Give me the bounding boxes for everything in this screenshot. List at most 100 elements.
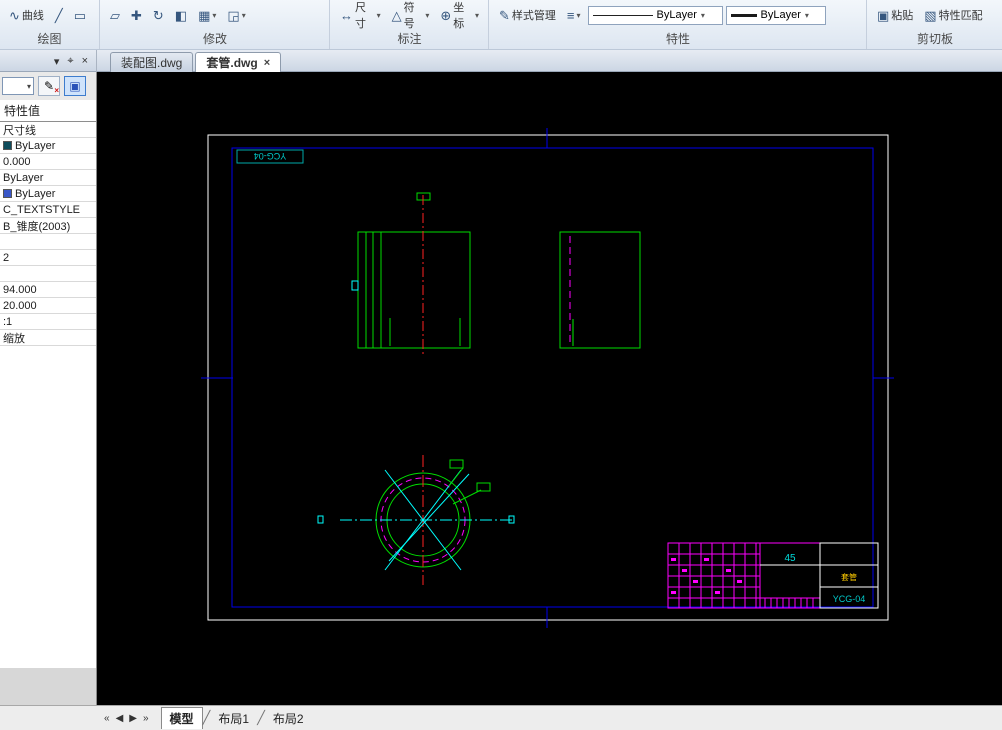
linetype-sample-icon bbox=[592, 14, 653, 16]
line-icon: ╱ bbox=[54, 7, 63, 23]
style-manager-button[interactable]: ✎ 样式管理 bbox=[495, 5, 560, 25]
match-properties-label: 特性匹配 bbox=[938, 10, 983, 22]
property-row[interactable]: 20.000 bbox=[0, 298, 96, 314]
property-row[interactable] bbox=[0, 266, 96, 282]
circular-view[interactable] bbox=[317, 455, 515, 585]
front-view[interactable] bbox=[351, 192, 471, 355]
move-icon: ✚ bbox=[131, 7, 142, 23]
file-tab-label: 装配图.dwg bbox=[121, 56, 183, 70]
file-tab-label: 套管.dwg bbox=[206, 56, 258, 70]
rotate-button[interactable]: ↻ bbox=[149, 7, 168, 24]
file-tab-assembly[interactable]: 装配图.dwg bbox=[110, 52, 194, 72]
palette-footer bbox=[0, 668, 96, 705]
ribbon-group-draw: ∿ 曲线 ╱ ▭ 绘图 bbox=[0, 0, 100, 49]
dimension-button[interactable]: ↔ 尺寸 ▾ bbox=[336, 0, 385, 30]
last-layout-icon[interactable]: » bbox=[143, 713, 149, 724]
linetype-combo[interactable]: ByLayer ▾ bbox=[587, 5, 723, 25]
chevron-down-icon[interactable]: ▾ bbox=[54, 55, 60, 68]
title-block[interactable]: 45 套管 YCG-04 bbox=[667, 542, 879, 609]
part-name-text: 套管 bbox=[841, 572, 857, 582]
array-icon: ▦ bbox=[198, 7, 211, 23]
paste-button[interactable]: ▣ 粘贴 bbox=[873, 5, 917, 25]
paste-label: 粘贴 bbox=[891, 10, 914, 22]
curve-label: 曲线 bbox=[21, 10, 44, 22]
layout-tabs: 模型 ╱ 布局1 ╱ 布局2 bbox=[160, 706, 312, 730]
array-button[interactable]: ▦ ▾ bbox=[194, 7, 220, 24]
property-grid-header: 特性值 bbox=[0, 100, 96, 122]
chevron-down-icon: ▾ bbox=[376, 10, 381, 20]
frame-label: YCG-04 bbox=[254, 151, 287, 161]
file-tab-sleeve[interactable]: 套管.dwg × bbox=[195, 52, 282, 72]
mirror-button[interactable]: ◧ bbox=[171, 7, 191, 24]
annotate-group-label: 标注 bbox=[397, 32, 422, 46]
first-layout-icon[interactable]: « bbox=[104, 713, 110, 724]
match-properties-button[interactable]: ▧ 特性匹配 bbox=[920, 5, 986, 25]
erase-button[interactable]: ▱ bbox=[106, 7, 124, 24]
style-manager-label: 样式管理 bbox=[511, 10, 556, 22]
layer-menu-button[interactable]: ≡ ▾ bbox=[563, 7, 585, 24]
property-value: B_锥度(2003) bbox=[3, 220, 71, 233]
mirror-icon: ◧ bbox=[174, 7, 188, 23]
tab-layout2[interactable]: 布局2 bbox=[265, 708, 312, 729]
property-value: C_TEXTSTYLE bbox=[3, 203, 81, 216]
color-combo[interactable]: ByLayer ▾ bbox=[725, 5, 826, 25]
chevron-down-icon: ▾ bbox=[804, 10, 809, 20]
move-button[interactable]: ✚ bbox=[127, 7, 146, 24]
document-tab-strip: ▾ ⌖ × 装配图.dwg 套管.dwg × bbox=[0, 50, 1002, 72]
edit-pencil-button[interactable]: ✎ × bbox=[38, 76, 60, 96]
property-row[interactable]: B_锥度(2003) bbox=[0, 218, 96, 234]
menu-icon: ≡ bbox=[566, 7, 575, 23]
property-row[interactable]: 94.000 bbox=[0, 282, 96, 298]
property-row[interactable]: 尺寸线 bbox=[0, 122, 96, 138]
property-row[interactable]: ByLayer bbox=[0, 138, 96, 154]
tab-layout1[interactable]: 布局1 bbox=[210, 708, 257, 729]
property-value: 尺寸线 bbox=[3, 124, 36, 137]
side-view[interactable] bbox=[559, 231, 641, 349]
color-value: ByLayer bbox=[760, 9, 801, 21]
status-bar: « ◀ ▶ » 模型 ╱ 布局1 ╱ 布局2 bbox=[0, 705, 1002, 730]
rectangle-button[interactable]: ▭ bbox=[70, 7, 90, 24]
layout-nav: « ◀ ▶ » bbox=[104, 713, 149, 724]
erase-icon: ▱ bbox=[110, 7, 120, 23]
property-row[interactable]: ByLayer bbox=[0, 186, 96, 202]
property-row[interactable]: 0.000 bbox=[0, 154, 96, 170]
pencil-icon: ✎ bbox=[43, 79, 55, 93]
tab-model[interactable]: 模型 bbox=[160, 707, 203, 729]
dimension-icon: ↔ bbox=[340, 7, 353, 23]
close-icon[interactable]: × bbox=[264, 57, 270, 69]
chevron-down-icon: ▾ bbox=[241, 10, 246, 20]
chevron-down-icon: ▾ bbox=[576, 10, 581, 20]
property-value: 94.000 bbox=[3, 283, 37, 296]
ribbon-group-clipboard: ▣ 粘贴 ▧ 特性匹配 剪切板 bbox=[868, 0, 1002, 49]
drawing-canvas[interactable]: YCG-04 45 套管 YCG-04 bbox=[97, 72, 1002, 705]
property-row[interactable]: :1 bbox=[0, 314, 96, 330]
property-row[interactable]: 2 bbox=[0, 250, 96, 266]
coordinate-icon: ⊕ bbox=[440, 7, 452, 23]
pin-icon[interactable]: ⌖ bbox=[67, 55, 73, 68]
property-row[interactable]: ByLayer bbox=[0, 170, 96, 186]
linetype-value: ByLayer bbox=[656, 9, 697, 21]
chevron-down-icon: ▾ bbox=[700, 10, 705, 20]
panel-toolbar: ▾ ⌖ × bbox=[0, 50, 97, 72]
paste-icon: ▣ bbox=[877, 7, 890, 23]
filter-combo[interactable]: ▾ bbox=[2, 77, 34, 95]
drawing-number-text: YCG-04 bbox=[833, 594, 866, 604]
property-row[interactable] bbox=[0, 234, 96, 250]
property-value: ByLayer bbox=[15, 139, 56, 152]
symbol-button[interactable]: △ 符号 ▾ bbox=[388, 0, 434, 30]
coordinate-button[interactable]: ⊕ 坐标 ▾ bbox=[436, 0, 483, 30]
tab-divider: ╱ bbox=[257, 710, 265, 725]
line-button[interactable]: ╱ bbox=[51, 7, 67, 24]
close-icon[interactable]: × bbox=[82, 55, 88, 67]
curve-button[interactable]: ∿ 曲线 bbox=[5, 5, 48, 25]
property-row[interactable]: 缩放 bbox=[0, 330, 96, 346]
curve-icon: ∿ bbox=[9, 7, 20, 23]
property-row[interactable]: C_TEXTSTYLE bbox=[0, 202, 96, 218]
scale-button[interactable]: ◲ ▾ bbox=[223, 7, 249, 24]
ribbon: ∿ 曲线 ╱ ▭ 绘图 ▱ ✚ ↻ ◧ ▦ ▾ ◲ ▾ 修改 ↔ 尺寸 ▾ △ … bbox=[0, 0, 1002, 50]
properties-group-label: 特性 bbox=[665, 32, 690, 46]
cad-drawing: YCG-04 45 套管 YCG-04 bbox=[201, 128, 894, 628]
previous-layout-icon[interactable]: ◀ bbox=[116, 713, 124, 724]
select-entities-button[interactable]: ▣ bbox=[64, 76, 86, 96]
next-layout-icon[interactable]: ▶ bbox=[129, 713, 137, 724]
